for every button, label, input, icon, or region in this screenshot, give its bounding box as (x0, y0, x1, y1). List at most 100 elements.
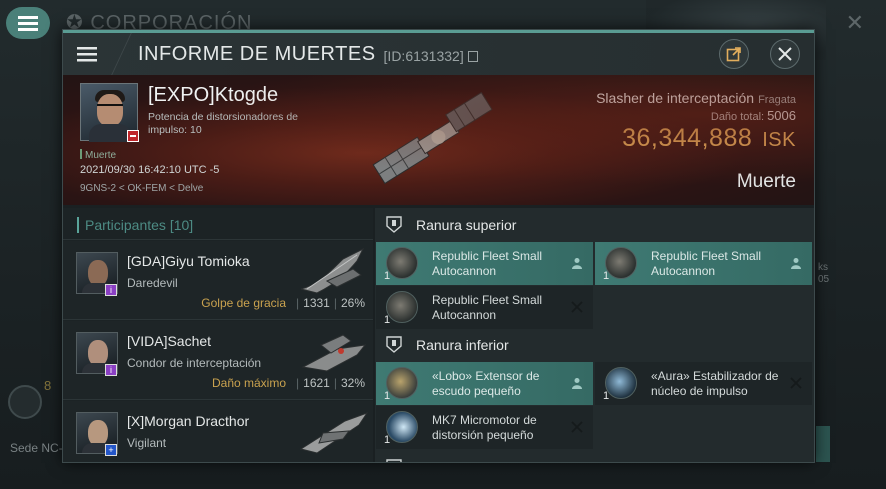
info-badge-icon: i (105, 284, 117, 296)
bg-close-icon[interactable]: ✕ (846, 10, 864, 36)
victim-ship-type[interactable]: Slasher de interceptación Fragata (596, 90, 796, 106)
victim-name[interactable]: [EXPO]Ktogde (148, 84, 278, 107)
ship-name: Slasher de interceptación (596, 90, 755, 106)
portrait-body (89, 124, 131, 142)
share-button[interactable] (719, 39, 749, 69)
death-label: Muerte (80, 149, 116, 161)
module-item[interactable]: 1 Republic Fleet Small Autocannon (595, 242, 812, 285)
module-item[interactable]: 1 «Lobo» Extensor de escudo pequeño (376, 362, 593, 405)
participant-name: [VIDA]Sachet (127, 333, 212, 349)
menu-button[interactable] (63, 33, 111, 75)
participants-bar (77, 217, 79, 233)
close-button[interactable] (770, 39, 800, 69)
high-slot-label: Ranura superior (416, 217, 517, 233)
slot-icon (386, 459, 402, 462)
next-slot-header (375, 451, 814, 462)
fitting-panel: Ranura superior 1 Republic Fleet Small A… (375, 208, 814, 462)
stat-separator: | (296, 296, 300, 310)
module-qty: 1 (384, 270, 391, 282)
participants-title: Participantes (85, 217, 166, 233)
killmail-id-text: [ID:6131332] (383, 48, 464, 64)
bg-sede-text: Sede NC- (10, 441, 63, 455)
high-slot-header: Ranura superior (375, 208, 814, 242)
kill-datetime: 2021/09/30 16:42:10 UTC -5 (80, 164, 220, 176)
module-qty: 1 (603, 270, 610, 282)
portrait-face (97, 94, 123, 126)
fitted-person-icon (572, 378, 582, 389)
module-qty: 1 (384, 434, 391, 446)
total-damage: Daño total: 5006 (711, 108, 796, 123)
participant-stats: Golpe de gracia | 1331 | 26% (201, 296, 365, 310)
top-damage-tag: Daño máximo (211, 376, 287, 390)
bg-menu-circle[interactable] (8, 385, 42, 419)
stabilizer-icon (605, 367, 637, 399)
participant-damage: 1621 (303, 376, 330, 390)
participant-ship: Daredevil (127, 276, 178, 290)
participant-row[interactable]: i [GDA]Giyu Tomioka Daredevil Golpe de g… (63, 241, 373, 320)
participant-name: [X]Morgan Dracthor (127, 413, 250, 429)
participant-row[interactable]: i [VIDA]Sachet Condor de interceptación … (63, 321, 373, 400)
participant-stats: Daño máximo | 1621 | 32% (212, 376, 365, 390)
module-name: «Aura» Estabilizador de núcleo de impuls… (651, 369, 779, 398)
module-item[interactable]: 1 «Aura» Estabilizador de núcleo de impu… (595, 362, 812, 405)
bg-side-text: ks 05 (818, 262, 830, 285)
high-slot-icon (386, 216, 402, 233)
close-icon (778, 47, 792, 61)
stat-separator: | (333, 296, 337, 310)
module-name: Republic Fleet Small Autocannon (432, 249, 543, 278)
portrait-hair (95, 90, 125, 102)
autocannon-icon (386, 247, 418, 279)
victim-ship-image[interactable] (363, 87, 513, 197)
hamburger-icon (77, 47, 97, 62)
participant-ship: Condor de interceptación (127, 356, 262, 370)
low-slot-header: Ranura inferior (375, 328, 814, 362)
bg-right-box (816, 426, 830, 462)
participant-percent: 32% (340, 376, 365, 390)
autocannon-icon (605, 247, 637, 279)
victim-banner: [EXPO]Ktogde Potencia de distorsionadore… (63, 75, 814, 205)
module-qty: 1 (384, 390, 391, 402)
low-slot-label: Ranura inferior (416, 337, 509, 353)
module-name: «Lobo» Extensor de escudo pequeño (432, 369, 540, 398)
standing-badge-icon (127, 130, 139, 142)
header-separator (111, 33, 132, 75)
stat-separator: | (296, 376, 300, 390)
participant-row[interactable]: + [X]Morgan Dracthor Vigilant (63, 401, 373, 462)
killmail-modal: INFORME DE MUERTES [ID:6131332] [EXPO]Kt… (62, 29, 815, 463)
copy-icon[interactable] (467, 51, 478, 62)
module-item[interactable]: 1 Republic Fleet Small Autocannon (376, 242, 593, 285)
fitted-person-icon (572, 258, 582, 269)
participants-label: Participantes [10] (85, 217, 193, 233)
module-name: Republic Fleet Small Autocannon (651, 249, 762, 278)
micro-warpdrive-icon (386, 411, 418, 443)
participant-ship-image (301, 334, 367, 372)
killmail-id[interactable]: [ID:6131332] (384, 48, 478, 64)
module-qty: 1 (603, 390, 610, 402)
portrait-glasses (97, 104, 123, 110)
bg-number: 8 (44, 378, 52, 393)
low-slot-icon (386, 336, 402, 353)
participant-percent: 26% (340, 296, 365, 310)
bg-menu-button[interactable] (6, 7, 50, 39)
kill-location[interactable]: 9GNS-2 < OK-FEM < Delve (80, 183, 203, 194)
share-icon (726, 47, 741, 62)
fitted-person-icon (791, 258, 801, 269)
hamburger-icon (18, 16, 38, 31)
damage-value: 5006 (767, 108, 796, 123)
destroyed-x-icon (571, 301, 583, 313)
damage-label: Daño total: (710, 111, 765, 123)
module-item[interactable]: 1 MK7 Micromotor de distorsión pequeño (376, 406, 593, 449)
modal-header: INFORME DE MUERTES [ID:6131332] (63, 33, 814, 75)
participant-ship-image (300, 247, 365, 294)
module-name: MK7 Micromotor de distorsión pequeño (432, 413, 537, 442)
ship-class: Fragata (758, 94, 796, 106)
participants-count: [10] (169, 217, 194, 233)
module-item[interactable]: 1 Republic Fleet Small Autocannon (376, 286, 593, 329)
plus-badge-icon: + (105, 444, 117, 456)
participants-header: Participantes [10] (63, 208, 373, 240)
participant-damage: 1331 (303, 296, 330, 310)
module-name: Republic Fleet Small Autocannon (432, 293, 543, 322)
module-qty: 1 (384, 314, 391, 326)
victim-portrait[interactable] (80, 83, 138, 142)
final-blow-tag: Golpe de gracia (201, 296, 287, 310)
